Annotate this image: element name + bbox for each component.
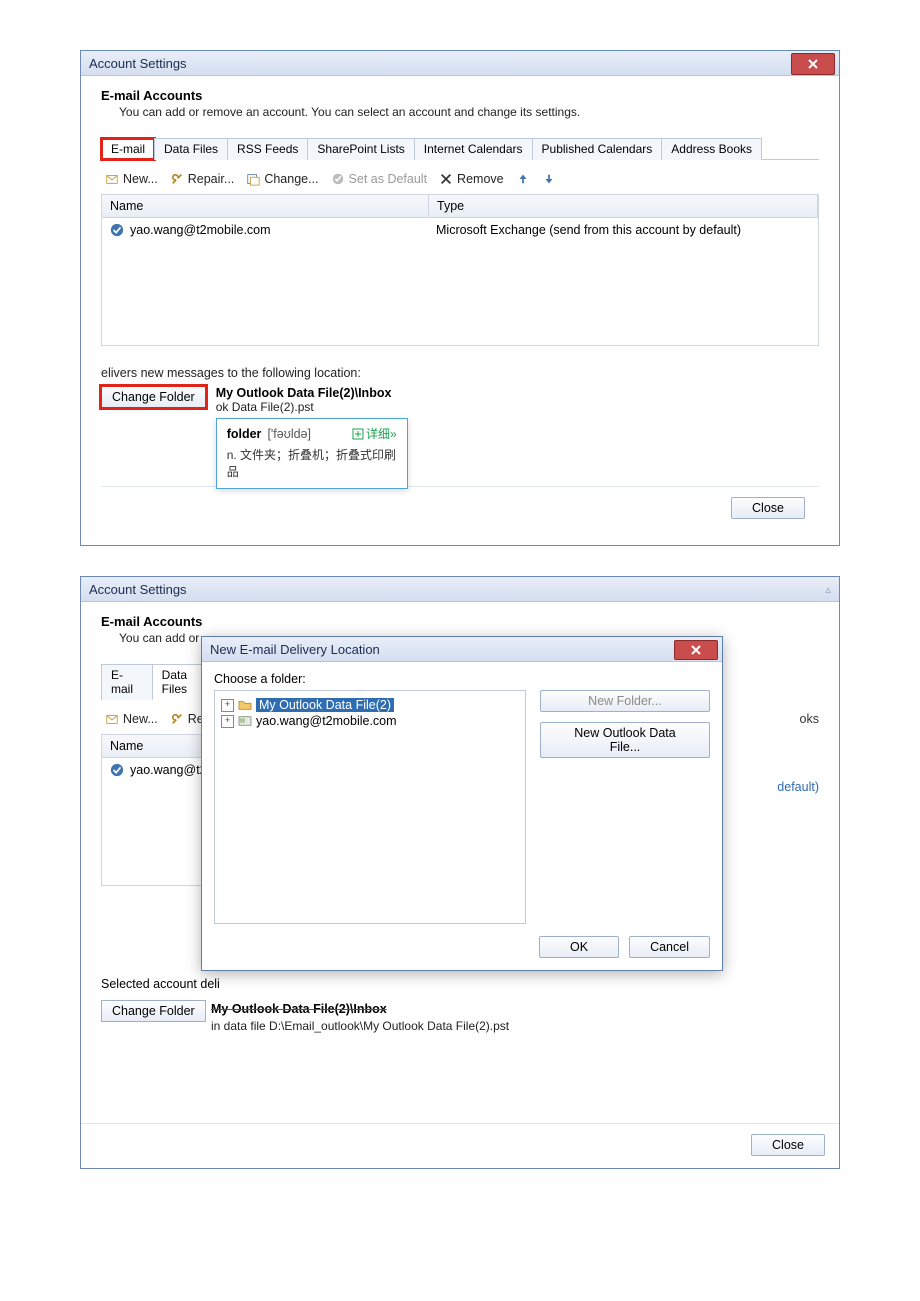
section-heading: E-mail Accounts: [101, 614, 819, 629]
tree-item-label: My Outlook Data File(2): [256, 698, 394, 712]
dict-phonetic: ['fəʊldə]: [267, 427, 311, 441]
check-icon: [331, 172, 345, 186]
ok-button[interactable]: OK: [539, 936, 619, 958]
folder-path: My Outlook Data File(2)\Inbox: [216, 386, 392, 400]
tree-item-label: yao.wang@t2mobile.com: [256, 714, 397, 728]
delivery-block: elivers new messages to the following lo…: [101, 366, 819, 474]
data-file-path: in data file D:\Email_outlook\My Outlook…: [211, 1019, 509, 1033]
dict-details-link[interactable]: 详细»: [352, 425, 397, 442]
dict-definition: n. 文件夹；折叠机；折叠式印刷品: [227, 446, 397, 480]
tab-internet-calendars[interactable]: Internet Calendars: [414, 138, 533, 160]
remove-button[interactable]: Remove: [439, 172, 504, 186]
tab-data-files[interactable]: Data Files: [154, 138, 228, 160]
delivery-location-dialog: New E-mail Delivery Location Choose a fo…: [201, 636, 723, 971]
window-title: Account Settings: [89, 56, 187, 71]
change-folder-button[interactable]: Change Folder: [101, 386, 206, 408]
column-header-name[interactable]: Name: [102, 195, 429, 217]
account-settings-window-1: Account Settings E-mail Accounts You can…: [80, 50, 840, 546]
account-icon: [110, 763, 124, 777]
change-icon: [246, 172, 260, 186]
cancel-button[interactable]: Cancel: [629, 936, 710, 958]
accounts-table: Name Type yao.wang@t2mobile.com Microsof…: [101, 194, 819, 346]
move-down-button[interactable]: [542, 172, 556, 186]
dialog-label: Choose a folder:: [214, 672, 710, 686]
close-button[interactable]: Close: [751, 1134, 825, 1156]
tab-email[interactable]: E-mail: [101, 664, 153, 700]
account-icon: [110, 223, 124, 237]
move-up-button[interactable]: [516, 172, 530, 186]
tabstrip: E-mail Data Files RSS Feeds SharePoint L…: [101, 137, 819, 160]
tab-address-books[interactable]: Address Books: [661, 138, 762, 160]
tab-email[interactable]: E-mail: [101, 138, 155, 160]
tab-published-calendars[interactable]: Published Calendars: [532, 138, 663, 160]
folder-tree[interactable]: + My Outlook Data File(2) + yao.wang@t2m…: [214, 690, 526, 924]
tree-item[interactable]: + yao.wang@t2mobile.com: [221, 713, 519, 729]
new-icon: [105, 712, 119, 726]
tree-item[interactable]: + My Outlook Data File(2): [221, 697, 519, 713]
dict-word: folder: [227, 427, 262, 441]
new-button[interactable]: New...: [105, 712, 158, 726]
expand-icon[interactable]: +: [221, 715, 234, 728]
folder-path: My Outlook Data File(2)\Inbox: [211, 1002, 387, 1016]
delivery-label: Selected account deli: [101, 977, 220, 991]
toolbar: New... Repair... Change... Set as Defaul…: [101, 166, 819, 194]
column-header-type[interactable]: Type: [429, 195, 818, 217]
titlebar: Account Settings: [81, 51, 839, 76]
arrow-down-icon: [542, 172, 556, 186]
close-icon[interactable]: [791, 53, 835, 75]
dialog-titlebar: New E-mail Delivery Location: [202, 637, 722, 662]
expand-icon[interactable]: +: [221, 699, 234, 712]
repair-icon: [170, 712, 184, 726]
repair-button[interactable]: Repair...: [170, 172, 235, 186]
add-icon: [352, 428, 364, 440]
close-button[interactable]: Close: [731, 497, 805, 519]
truncated-right-default: default): [777, 780, 819, 794]
new-button[interactable]: New...: [105, 172, 158, 186]
data-file-path: ok Data File(2).pst: [216, 400, 392, 414]
new-data-file-button[interactable]: New Outlook Data File...: [540, 722, 710, 758]
change-button[interactable]: Change...: [246, 172, 318, 186]
tab-sharepoint-lists[interactable]: SharePoint Lists: [307, 138, 414, 160]
folder-icon: [238, 699, 252, 711]
truncated-right-oks: oks: [800, 712, 819, 726]
section-heading: E-mail Accounts: [101, 88, 819, 103]
change-folder-button[interactable]: Change Folder: [101, 1000, 206, 1022]
delivery-label: elivers new messages to the following lo…: [101, 366, 819, 380]
close-icon[interactable]: [674, 640, 718, 660]
account-type: Microsoft Exchange (send from this accou…: [428, 221, 818, 239]
new-icon: [105, 172, 119, 186]
repair-icon: [170, 172, 184, 186]
account-name: yao.wang@t2mobile.com: [130, 223, 271, 237]
tab-rss-feeds[interactable]: RSS Feeds: [227, 138, 308, 160]
mailbox-icon: [238, 715, 252, 727]
new-folder-button: New Folder...: [540, 690, 710, 712]
set-default-button: Set as Default: [331, 172, 428, 186]
titlebar: Account Settings ▵: [81, 577, 839, 602]
table-row[interactable]: yao.wang@t2mobile.com Microsoft Exchange…: [102, 218, 818, 242]
dialog-title: New E-mail Delivery Location: [210, 642, 380, 657]
arrow-up-icon: [516, 172, 530, 186]
collapse-icon[interactable]: ▵: [825, 583, 831, 596]
window-title: Account Settings: [89, 582, 187, 597]
remove-icon: [439, 172, 453, 186]
section-description: You can add or remove an account. You ca…: [119, 105, 819, 119]
account-settings-window-2: Account Settings ▵ E-mail Accounts You c…: [80, 576, 840, 1169]
dictionary-tooltip: folder ['fəʊldə] 详细» n. 文件夹；折叠机；折叠式印刷品: [216, 418, 408, 489]
